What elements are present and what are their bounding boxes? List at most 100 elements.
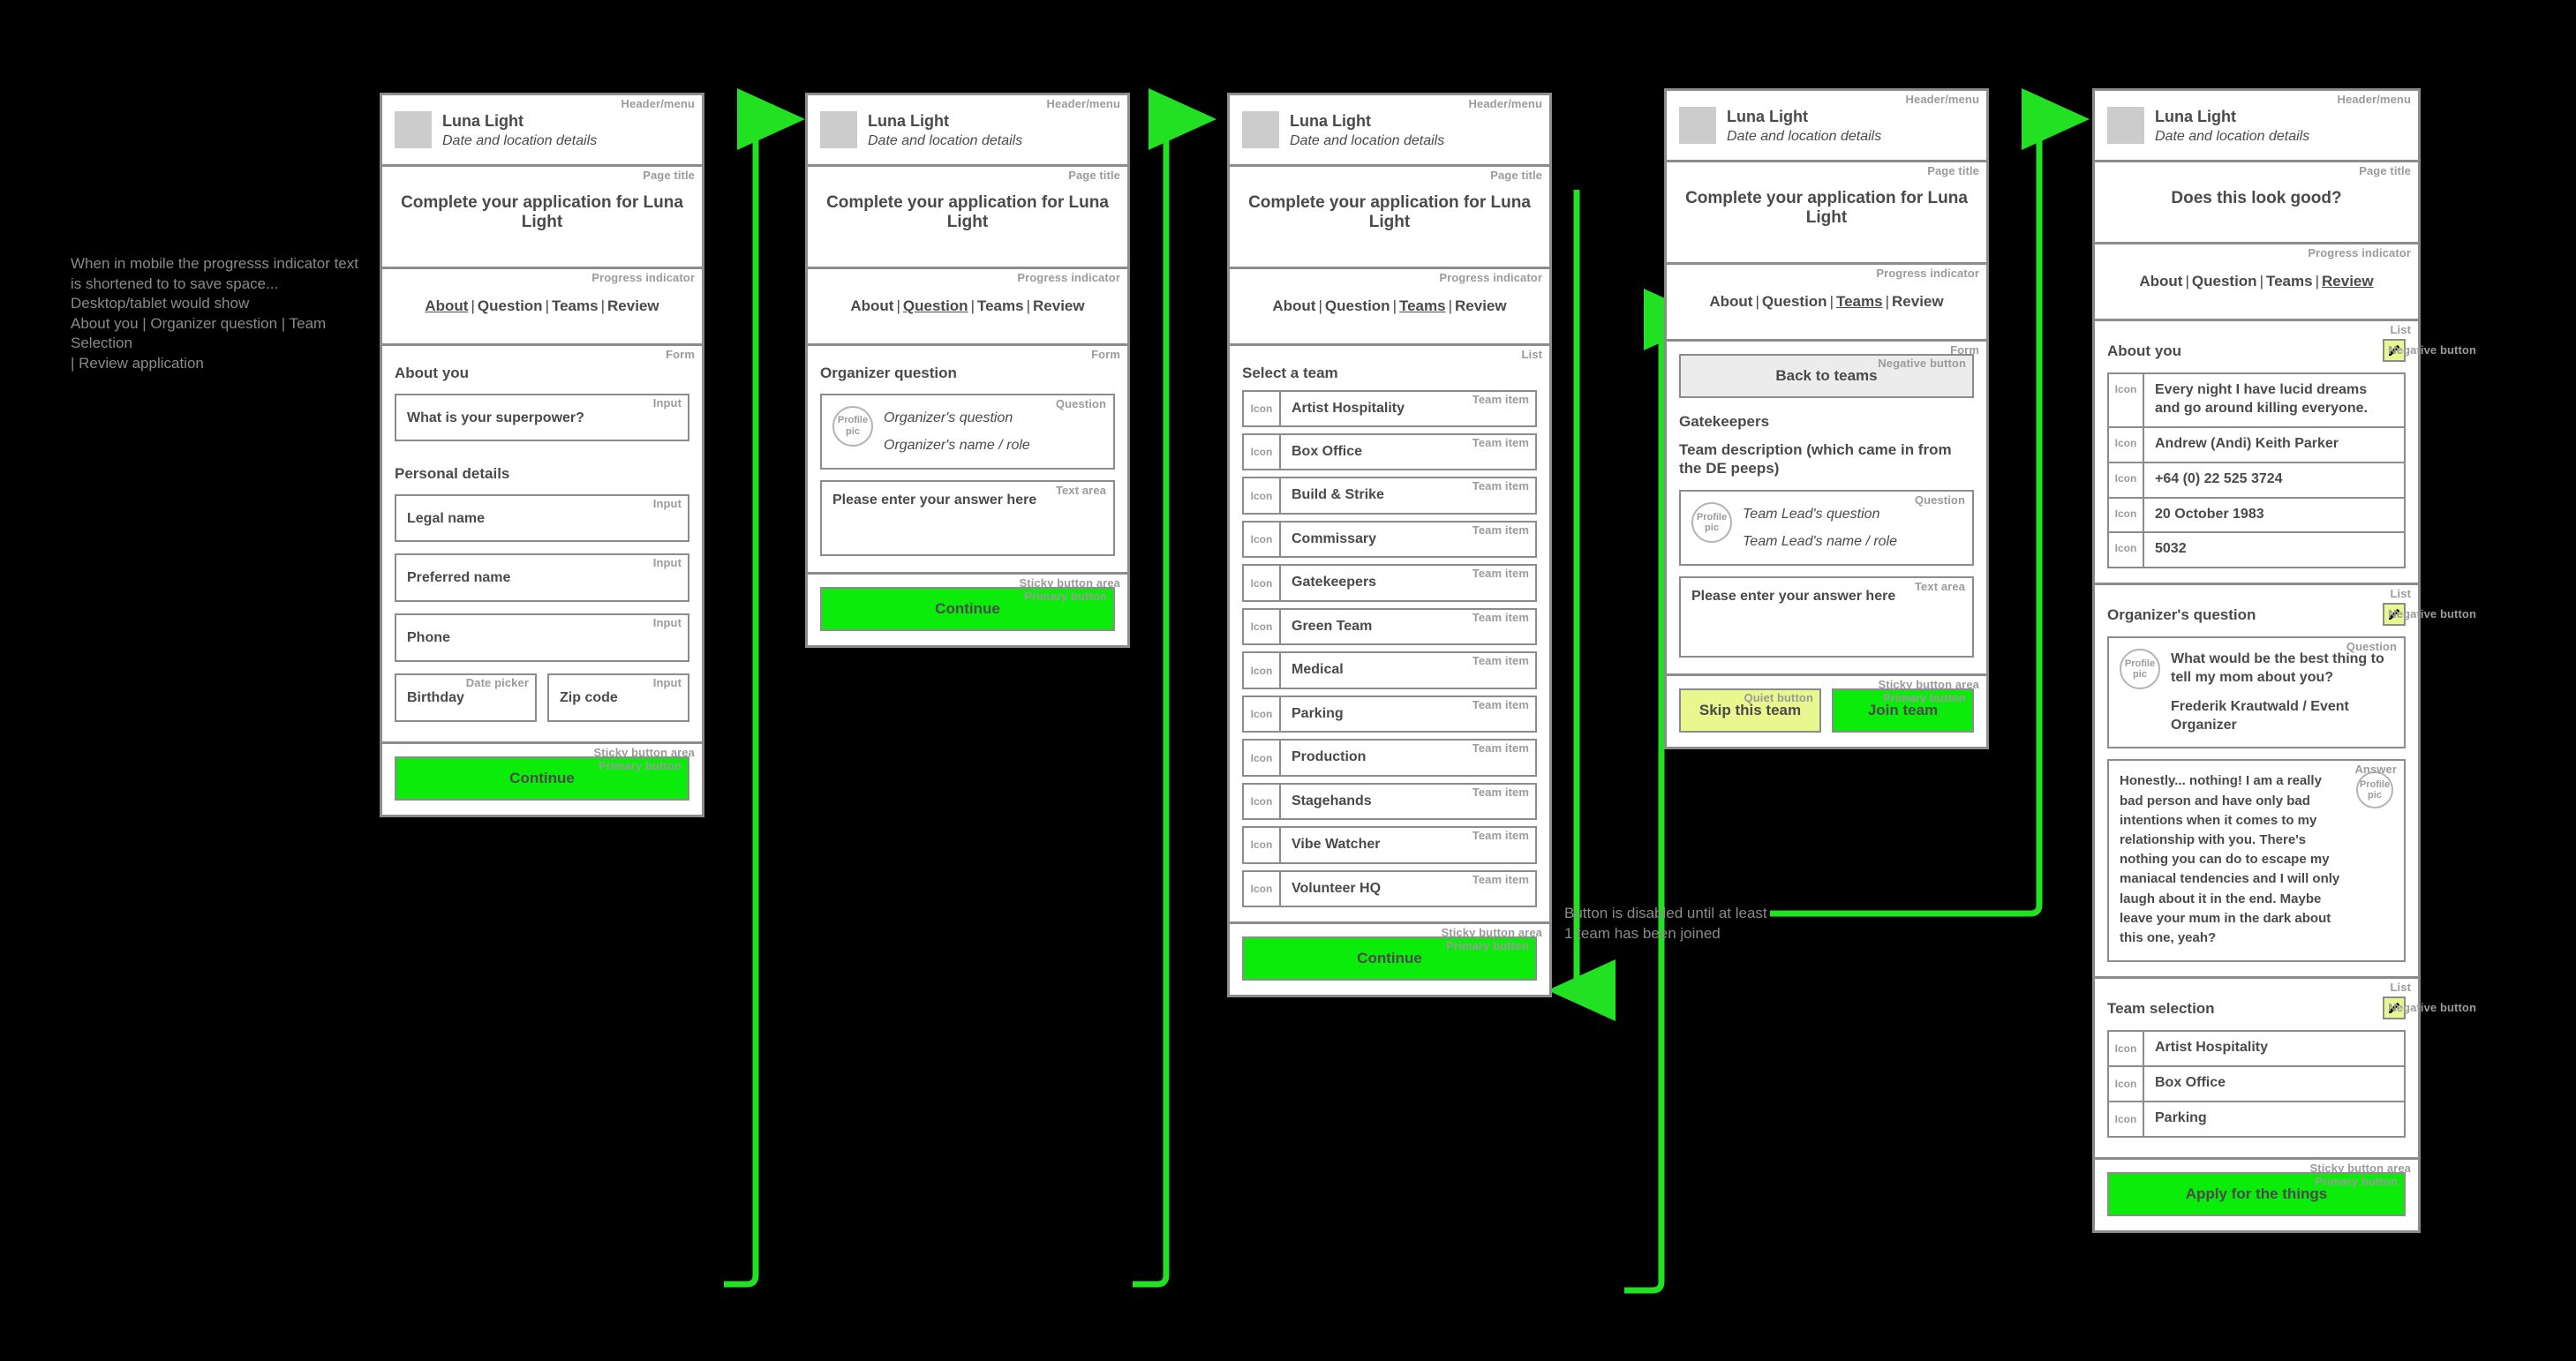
- progress-sep: |: [1885, 293, 1890, 311]
- organizer-question-heading: Organizer question: [820, 365, 957, 382]
- page-title-label: Page title: [2359, 163, 2411, 177]
- continue-button-text: Continue: [509, 769, 575, 786]
- progress-step-question[interactable]: Question: [478, 297, 543, 314]
- birthday-zip-row: Date picker Birthday Input Zip code: [395, 673, 689, 722]
- team-list-item[interactable]: Team item Icon Artist Hospitality: [1242, 389, 1537, 427]
- progress-step-teams[interactable]: Teams: [552, 297, 599, 314]
- negative-button-label: Negative button: [1878, 357, 1966, 371]
- event-name: Luna Light: [442, 112, 523, 130]
- team-lead-question-text: Team Lead's question: [1743, 507, 1880, 523]
- birthday-date-picker[interactable]: Date picker Birthday: [395, 673, 537, 722]
- join-team-button[interactable]: Primary button Join team: [1832, 688, 1974, 733]
- event-thumbnail-icon: [1242, 111, 1279, 148]
- review-team-header: Team selection Negative button: [2107, 996, 2476, 1020]
- progress-step-teams[interactable]: Teams: [977, 297, 1024, 314]
- profile-pic-line2: pic: [2368, 790, 2382, 801]
- progress-step-teams[interactable]: Teams: [1836, 293, 1883, 310]
- answer-placeholder-text: Please enter your answer here: [1691, 589, 1896, 605]
- preferred-name-input[interactable]: Input Preferred name: [395, 553, 689, 603]
- legal-name-input[interactable]: Input Legal name: [395, 493, 689, 543]
- progress-step-about[interactable]: About: [850, 297, 893, 314]
- zip-code-input[interactable]: Input Zip code: [547, 673, 689, 722]
- input-label: Input: [652, 616, 682, 630]
- team-item-label: Team item: [1472, 523, 1529, 537]
- organizer-name-role: Organizer's name / role: [884, 437, 1030, 453]
- review-row: Icon +64 (0) 22 525 3724: [2109, 462, 2404, 499]
- row-icon: Icon: [2109, 533, 2144, 568]
- team-item-label: Team item: [1472, 567, 1529, 581]
- continue-button[interactable]: Primary button Continue: [1242, 936, 1537, 981]
- progress-step-about[interactable]: About: [425, 297, 468, 314]
- superpower-input-text: What is your superpower?: [407, 410, 584, 425]
- team-item-label: Team item: [1472, 436, 1529, 449]
- answer-textarea[interactable]: Text area Please enter your answer here: [820, 479, 1115, 556]
- continue-button[interactable]: Primary button Continue: [820, 586, 1115, 631]
- continue-button[interactable]: Primary button Continue: [395, 756, 689, 801]
- progress-step-review[interactable]: Review: [607, 297, 659, 314]
- profile-pic-line2: pic: [1705, 523, 1719, 534]
- team-list-item[interactable]: Team item Icon Vibe Watcher: [1242, 826, 1537, 864]
- team-item-label: Team item: [1472, 479, 1529, 493]
- review-row: Icon Artist Hospitality: [2109, 1032, 2404, 1067]
- edit-team-selection-button[interactable]: Negative button: [2383, 996, 2476, 1020]
- team-list-item[interactable]: Team item Icon Stagehands: [1242, 782, 1537, 821]
- profile-pic-placeholder-icon: Profile pic: [832, 405, 873, 447]
- team-list-item[interactable]: Team item Icon Gatekeepers: [1242, 564, 1537, 602]
- edit-organizer-answer-button[interactable]: Negative button: [2383, 603, 2476, 627]
- progress-step-teams[interactable]: Teams: [1399, 297, 1446, 314]
- list-label: List: [2390, 981, 2411, 995]
- header-menu: Header/menu Luna Light Date and location…: [1230, 95, 1549, 167]
- team-icon: Icon: [1244, 696, 1281, 732]
- progress-step-review[interactable]: Review: [1892, 293, 1944, 310]
- date-picker-label: Date picker: [465, 675, 529, 689]
- team-list-item[interactable]: Team item Icon Green Team: [1242, 607, 1537, 646]
- selected-team-name: Box Office: [2155, 1074, 2226, 1090]
- team-list-item[interactable]: Team item Icon Volunteer HQ: [1242, 869, 1537, 908]
- screen-about-you: Header/menu Luna Light Date and location…: [380, 93, 704, 817]
- edit-about-button[interactable]: Negative button: [2383, 339, 2476, 363]
- apply-button[interactable]: Primary button Apply for the things: [2107, 1171, 2406, 1216]
- progress-step-question[interactable]: Question: [2192, 273, 2257, 289]
- screen-review: Header/menu Luna Light Date and location…: [2092, 88, 2476, 1233]
- review-row: Icon Box Office: [2109, 1066, 2404, 1102]
- team-icon: Icon: [1244, 478, 1281, 513]
- team-list-item[interactable]: Team item Icon Commissary: [1242, 520, 1537, 559]
- header-menu: Header/menu Luna Light Date and location…: [808, 95, 1127, 167]
- team-icon: Icon: [1244, 653, 1281, 688]
- back-to-teams-button[interactable]: Negative button Back to teams: [1679, 354, 1974, 399]
- progress-step-about[interactable]: About: [1272, 297, 1315, 314]
- team-list-item[interactable]: Team item Icon Production: [1242, 739, 1537, 777]
- team-list-item[interactable]: Team item Icon Medical: [1242, 651, 1537, 689]
- progress-step-question[interactable]: Question: [903, 297, 968, 314]
- question-label: Question: [1055, 396, 1106, 410]
- answer-textarea[interactable]: Text area Please enter your answer here: [1679, 576, 1974, 658]
- arrow-2-to-3: [1133, 88, 1216, 1288]
- phone-input[interactable]: Input Phone: [395, 613, 689, 662]
- skip-team-button[interactable]: Quiet button Skip this team: [1679, 688, 1821, 733]
- organizer-question-text: Organizer's question: [884, 410, 1013, 425]
- skip-team-text: Skip this team: [1699, 702, 1802, 719]
- progress-step-question[interactable]: Question: [1325, 297, 1390, 314]
- review-organizer-header: Organizer's question Negative button: [2107, 603, 2476, 627]
- team-item-label: Team item: [1472, 654, 1529, 668]
- progress-step-review[interactable]: Review: [2322, 273, 2374, 289]
- progress-step-review[interactable]: Review: [1455, 297, 1507, 314]
- progress-step-about[interactable]: About: [1709, 293, 1752, 310]
- note-disabled-button: Button is disabled until at least 1 team…: [1564, 905, 1767, 942]
- progress-step-about[interactable]: About: [2139, 273, 2182, 289]
- header-menu-label: Header/menu: [1905, 93, 1979, 106]
- profile-pic-placeholder-icon: Profile pic: [1691, 502, 1732, 544]
- page-title-section: Page title Complete your application for…: [1667, 162, 1986, 266]
- progress-step-teams[interactable]: Teams: [2266, 273, 2313, 289]
- page-title: Complete your application for Luna Light: [401, 192, 683, 232]
- about-you-heading: About you: [395, 365, 470, 382]
- sticky-button-area: Sticky button area Primary button Contin…: [808, 575, 1127, 645]
- page-title: Complete your application for Luna Light: [826, 192, 1109, 232]
- team-list-item[interactable]: Team item Icon Parking: [1242, 695, 1537, 733]
- row-icon: Icon: [2109, 428, 2144, 462]
- progress-step-review[interactable]: Review: [1033, 297, 1085, 314]
- team-list-item[interactable]: Team item Icon Box Office: [1242, 433, 1537, 471]
- superpower-input[interactable]: Input What is your superpower?: [395, 393, 689, 442]
- progress-step-question[interactable]: Question: [1762, 293, 1827, 310]
- team-list-item[interactable]: Team item Icon Build & Strike: [1242, 477, 1537, 515]
